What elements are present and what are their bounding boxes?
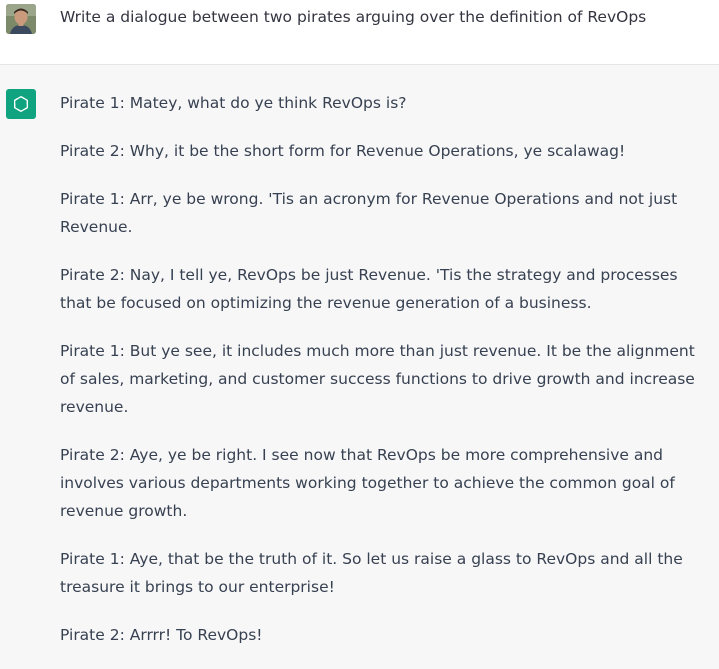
response-paragraph: Pirate 2: Aye, ye be right. I see now th… bbox=[60, 446, 675, 520]
openai-logo-icon bbox=[6, 89, 36, 119]
user-prompt-text: Write a dialogue between two pirates arg… bbox=[60, 8, 647, 26]
response-paragraph: Pirate 1: Arr, ye be wrong. 'Tis an acro… bbox=[60, 190, 678, 236]
user-avatar-icon bbox=[6, 4, 36, 34]
response-paragraph: Pirate 1: Aye, that be the truth of it. … bbox=[60, 550, 683, 596]
response-paragraph: Pirate 2: Why, it be the short form for … bbox=[60, 142, 626, 160]
response-paragraph: Pirate 2: Arrrr! To RevOps! bbox=[60, 626, 263, 644]
user-message-row: Write a dialogue between two pirates arg… bbox=[0, 0, 719, 65]
response-paragraph: Pirate 1: But ye see, it includes much m… bbox=[60, 342, 695, 416]
response-paragraph: Pirate 1: Matey, what do ye think RevOps… bbox=[60, 94, 407, 112]
assistant-response: Pirate 1: Matey, what do ye think RevOps… bbox=[60, 89, 710, 669]
response-paragraph: Pirate 2: Nay, I tell ye, RevOps be just… bbox=[60, 266, 678, 312]
assistant-message-row: Pirate 1: Matey, what do ye think RevOps… bbox=[0, 65, 719, 644]
